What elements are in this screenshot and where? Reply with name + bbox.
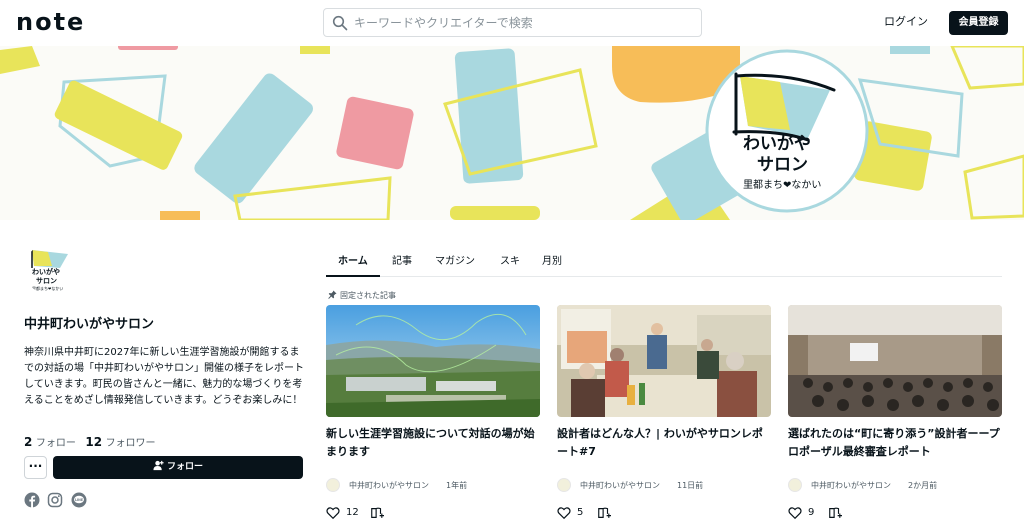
author-avatar[interactable] [557, 478, 571, 492]
heart-icon[interactable] [788, 506, 802, 520]
add-to-magazine-icon[interactable] [597, 506, 611, 520]
instagram-icon[interactable] [47, 492, 63, 508]
like-count: 12 [346, 507, 359, 518]
banner-logo-line1: わいがや [743, 134, 811, 154]
profile-bio: 神奈川県中井町に2027年に新しい生涯学習施設が開館するまでの対話の場「中井町わ… [24, 347, 304, 406]
add-to-magazine-icon[interactable] [828, 506, 842, 520]
signup-button[interactable]: 会員登録 [949, 11, 1008, 35]
follow-button-label: フォロー [166, 462, 203, 472]
pinned-text: 固定された記事 [340, 291, 396, 300]
avatar-sub: 里都まち❤なかい [32, 286, 64, 291]
facebook-icon[interactable] [24, 492, 40, 508]
following-label[interactable]: フォロー [36, 438, 76, 449]
svg-text:LINE: LINE [75, 498, 83, 502]
article-card[interactable]: 選ばれたのは“町に寄り添う”設計者ーープロポーザル最終審査レポート 中井町わいが… [788, 305, 1002, 522]
follow-counts: 2 フォロー 12 フォロワー [24, 434, 160, 449]
article-actions: 5 [557, 506, 771, 522]
article-time: 11日前 [677, 481, 704, 490]
article-thumbnail[interactable] [788, 305, 1002, 417]
tab-articles[interactable]: 記事 [392, 252, 412, 267]
article-meta: 中井町わいがやサロン 11日前 [557, 478, 771, 494]
avatar-text: わいがや サロン 里都まち❤なかい [32, 268, 63, 292]
more-options-button[interactable]: ··· [24, 456, 47, 479]
search-icon [332, 15, 348, 31]
article-title[interactable]: 選ばれたのは“町に寄り添う”設計者ーープロポーザル最終審査レポート [788, 425, 1002, 465]
like-count: 9 [808, 507, 815, 518]
note-logo[interactable]: note [16, 8, 85, 36]
profile-header-image: わいがや サロン 里都まち❤なかい [0, 46, 1024, 220]
search-input[interactable] [354, 13, 684, 33]
tab-likes[interactable]: スキ [500, 252, 520, 267]
banner-graphic [0, 46, 1024, 220]
author-name[interactable]: 中井町わいがやサロン [580, 480, 660, 491]
author-name[interactable]: 中井町わいがやサロン [811, 480, 891, 491]
article-thumbnail[interactable] [557, 305, 771, 417]
tab-monthly[interactable]: 月別 [542, 252, 562, 267]
avatar[interactable]: わいがや サロン 里都まち❤なかい [24, 244, 74, 294]
article-actions: 12 [326, 506, 540, 522]
article-thumbnail[interactable] [326, 305, 540, 417]
add-user-icon [153, 460, 164, 471]
author-avatar[interactable] [788, 478, 802, 492]
follower-count[interactable]: 12 [85, 435, 102, 449]
avatar-line1: わいがや [32, 268, 60, 276]
banner-logo-sub: 里都まち❤なかい [743, 180, 822, 191]
following-count[interactable]: 2 [24, 435, 32, 449]
workshop-photo [557, 305, 771, 417]
article-card[interactable]: 新しい生涯学習施設について対話の場が始まります 中井町わいがやサロン 1年前 1… [326, 305, 540, 522]
author-avatar[interactable] [326, 478, 340, 492]
tab-home[interactable]: ホーム [338, 252, 368, 267]
article-actions: 9 [788, 506, 1002, 522]
active-tab-indicator [326, 275, 380, 277]
site-header: note ログイン 会員登録 [0, 0, 1024, 46]
article-card[interactable]: 設計者はどんな人？| わいがやサロンレポート#7 中井町わいがやサロン 11日前… [557, 305, 771, 522]
profile-name: 中井町わいがやサロン [24, 317, 155, 332]
pin-icon [328, 290, 337, 299]
follower-label[interactable]: フォロワー [106, 438, 156, 449]
article-meta: 中井町わいがやサロン 2か月前 [788, 478, 1002, 494]
search-box[interactable] [323, 8, 702, 37]
article-meta: 中井町わいがやサロン 1年前 [326, 478, 540, 494]
follow-button[interactable]: フォロー [53, 456, 303, 479]
profile-tabs: ホーム 記事 マガジン スキ 月別 [326, 248, 1002, 277]
banner-logo-text: わいがや サロン 里都まち❤なかい [743, 134, 833, 194]
avatar-line2: サロン [36, 277, 57, 285]
landscape-photo [326, 305, 540, 417]
hall-photo [788, 305, 1002, 417]
heart-icon[interactable] [326, 506, 340, 520]
article-title[interactable]: 設計者はどんな人？| わいがやサロンレポート#7 [557, 425, 771, 465]
heart-icon[interactable] [557, 506, 571, 520]
author-name[interactable]: 中井町わいがやサロン [349, 480, 429, 491]
pinned-label: 固定された記事 [328, 290, 396, 301]
article-time: 2か月前 [908, 481, 938, 490]
article-title[interactable]: 新しい生涯学習施設について対話の場が始まります [326, 425, 540, 465]
article-time: 1年前 [446, 481, 468, 490]
banner-logo-line2: サロン [757, 155, 808, 175]
login-link[interactable]: ログイン [884, 13, 928, 29]
add-to-magazine-icon[interactable] [370, 506, 384, 520]
like-count: 5 [577, 507, 584, 518]
tab-magazines[interactable]: マガジン [435, 252, 475, 267]
line-icon[interactable]: LINE [71, 492, 87, 508]
